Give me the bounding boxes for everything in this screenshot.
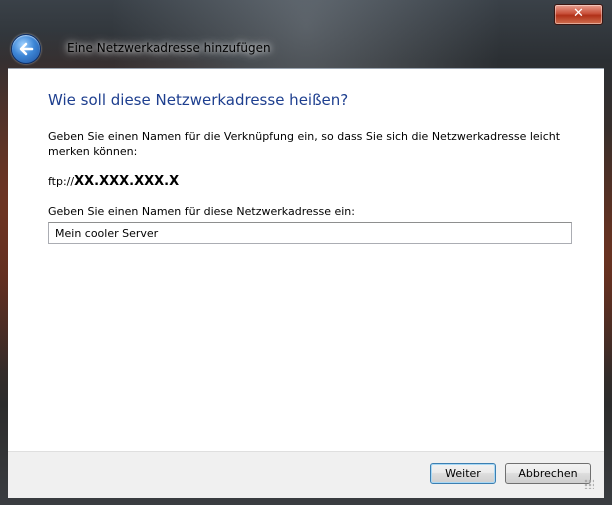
instruction-text: Geben Sie einen Namen für die Verknüpfun… <box>48 130 561 158</box>
address-host: XX.XXX.XXX.X <box>74 174 180 189</box>
next-button[interactable]: Weiter <box>430 463 496 484</box>
resize-grip-icon[interactable] <box>584 479 594 489</box>
address-protocol: ftp:// <box>48 175 75 188</box>
back-arrow-icon <box>19 42 34 56</box>
wizard-footer: Weiter Abbrechen <box>8 451 604 498</box>
name-field-label: Geben Sie einen Namen für diese Netzwerk… <box>48 205 355 218</box>
close-button[interactable]: ✕ <box>554 4 603 25</box>
back-button[interactable] <box>11 34 41 64</box>
cancel-button[interactable]: Abbrechen <box>505 463 591 484</box>
add-network-location-window: ✕ Eine Netzwerkadresse hinzufügen Wie so… <box>0 0 612 505</box>
close-icon: ✕ <box>573 6 584 21</box>
wizard-content: Wie soll diese Netzwerkadresse heißen? G… <box>8 68 604 451</box>
page-title: Wie soll diese Netzwerkadresse heißen? <box>48 91 349 109</box>
location-name-input[interactable] <box>48 222 572 244</box>
network-address: ftp://XX.XXX.XXX.X <box>48 174 179 189</box>
window-title: Eine Netzwerkadresse hinzufügen <box>67 41 271 55</box>
